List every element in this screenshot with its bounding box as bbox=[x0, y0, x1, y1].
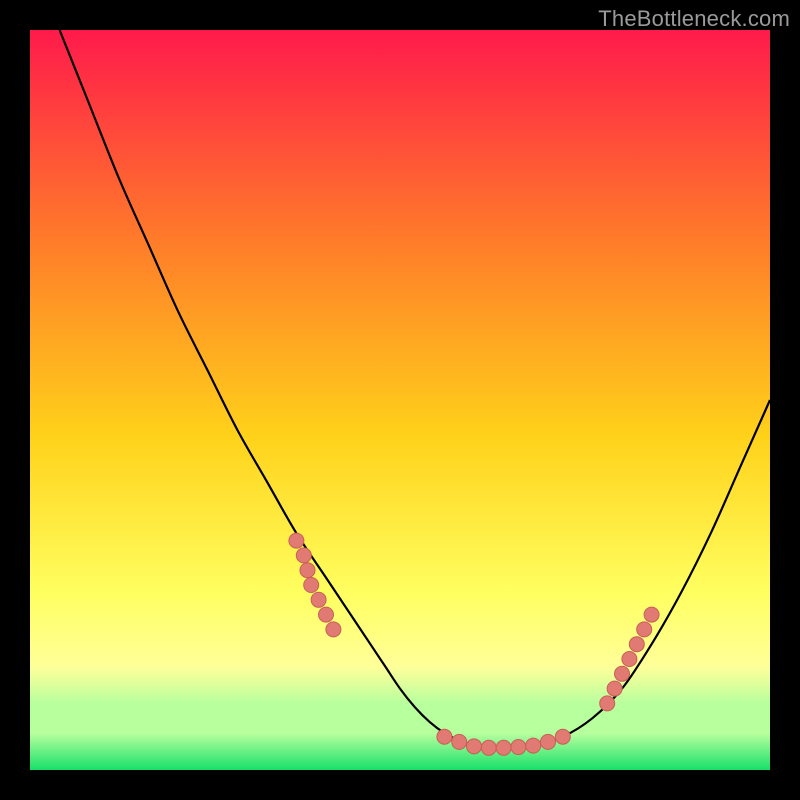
marker-dot bbox=[437, 729, 452, 744]
marker-dot bbox=[452, 734, 467, 749]
marker-dot bbox=[607, 681, 622, 696]
marker-dot bbox=[511, 740, 526, 755]
marker-dot bbox=[300, 563, 315, 578]
gradient-background bbox=[30, 30, 770, 770]
marker-dot bbox=[600, 696, 615, 711]
marker-dot bbox=[467, 739, 482, 754]
marker-dot bbox=[541, 734, 556, 749]
marker-dot bbox=[526, 738, 541, 753]
plot-area bbox=[30, 30, 770, 770]
marker-dot bbox=[496, 740, 511, 755]
marker-dot bbox=[481, 740, 496, 755]
bottleneck-chart bbox=[30, 30, 770, 770]
marker-dot bbox=[289, 533, 304, 548]
marker-dot bbox=[644, 607, 659, 622]
marker-dot bbox=[555, 729, 570, 744]
marker-dot bbox=[622, 652, 637, 667]
marker-dot bbox=[637, 622, 652, 637]
marker-dot bbox=[319, 607, 334, 622]
marker-dot bbox=[629, 637, 644, 652]
marker-dot bbox=[311, 592, 326, 607]
marker-dot bbox=[296, 548, 311, 563]
marker-dot bbox=[326, 622, 341, 637]
marker-dot bbox=[304, 578, 319, 593]
marker-dot bbox=[615, 666, 630, 681]
watermark-text: TheBottleneck.com bbox=[598, 6, 790, 32]
